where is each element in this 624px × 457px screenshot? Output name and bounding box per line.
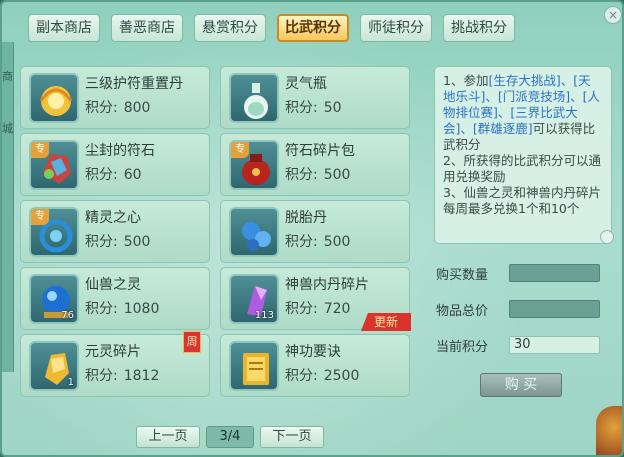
next-page-button[interactable]: 下一页 <box>260 426 324 448</box>
gold-lotus-pill-icon <box>29 73 79 123</box>
points-label: 积分: <box>85 100 118 116</box>
spirit-bottle-icon <box>229 73 279 123</box>
points-value: 1080 <box>123 301 160 317</box>
item-points: 积分: 1080 <box>85 298 159 318</box>
total-price-label: 物品总价 <box>436 304 489 319</box>
item-name: 神兽内丹碎片 <box>285 277 369 293</box>
corner-ornament-icon <box>596 406 622 455</box>
item-points: 积分: 2500 <box>285 365 359 385</box>
tab-karma-shop[interactable]: 善恶商店 <box>111 14 183 42</box>
tab-challenge-points[interactable]: 挑战积分 <box>443 14 515 42</box>
rebirth-pill-icon <box>229 207 279 257</box>
side-char-2: 城 <box>2 122 13 135</box>
points-value: 50 <box>323 100 342 116</box>
crystal-shard-icon: 113 <box>229 274 279 324</box>
current-points-field: 30 <box>509 336 600 354</box>
shop-window: 商 城 × 副本商店 善恶商店 悬赏积分 比武积分 师徒积分 挑战积分 三级护符… <box>0 0 624 457</box>
tab-bounty-points[interactable]: 悬赏积分 <box>194 14 266 42</box>
points-label: 积分: <box>285 100 318 116</box>
new-tag: 更新 <box>361 313 411 331</box>
exclusive-badge: 专 <box>231 142 249 158</box>
item-points: 积分: 500 <box>285 164 350 184</box>
left-side-strip: 商 城 <box>2 42 14 372</box>
item-points: 积分: 60 <box>85 164 142 184</box>
exclusive-badge: 专 <box>31 142 49 158</box>
item-count: 76 <box>61 310 74 321</box>
item-name: 符石碎片包 <box>285 143 355 159</box>
item-count: 1 <box>67 377 74 388</box>
shop-item[interactable]: 三级护符重置丹 积分: 800 <box>20 66 210 129</box>
points-label: 积分: <box>285 167 318 183</box>
exclusive-badge: 专 <box>31 209 49 225</box>
item-points: 积分: 720 <box>285 298 350 318</box>
total-price-field <box>509 300 600 318</box>
points-label: 积分: <box>285 368 318 384</box>
rune-fragment-bag-icon: 专 <box>229 140 279 190</box>
item-name: 神功要诀 <box>285 344 341 360</box>
shop-item[interactable]: 专 符石碎片包 积分: 500 <box>220 133 410 196</box>
prev-page-button[interactable]: 上一页 <box>136 426 200 448</box>
tab-mentor-points[interactable]: 师徒积分 <box>360 14 432 42</box>
shop-item[interactable]: 脱胎丹 积分: 500 <box>220 200 410 263</box>
pagination: 上一页 3/4 下一页 <box>136 426 324 448</box>
points-value: 500 <box>323 167 351 183</box>
yuanling-fragment-icon: 1 <box>29 341 79 391</box>
points-value: 720 <box>323 301 351 317</box>
rule-1-prefix: 1、参加 <box>443 73 489 88</box>
item-name: 三级护符重置丹 <box>85 76 183 92</box>
item-points: 积分: 800 <box>85 97 150 117</box>
buy-button[interactable]: 购 买 <box>480 373 562 397</box>
shop-item[interactable]: 1 元灵碎片 积分: 1812 周 <box>20 331 210 397</box>
current-points-label: 当前积分 <box>436 340 489 355</box>
weekly-tag: 周 <box>183 331 201 353</box>
points-value: 60 <box>123 167 142 183</box>
shop-item[interactable]: 76 仙兽之灵 积分: 1080 <box>20 267 210 330</box>
points-label: 积分: <box>85 234 118 250</box>
points-value: 500 <box>123 234 151 250</box>
item-points: 积分: 500 <box>285 231 350 251</box>
points-value: 800 <box>123 100 151 116</box>
rule-2: 2、所获得的比武积分可以通用兑换奖励 <box>443 153 601 184</box>
golden-manual-icon <box>229 341 279 391</box>
shop-item[interactable]: 专 精灵之心 积分: 500 <box>20 200 210 263</box>
item-name: 脱胎丹 <box>285 210 327 226</box>
points-value: 500 <box>323 234 351 250</box>
item-name: 精灵之心 <box>85 210 141 226</box>
points-label: 积分: <box>285 301 318 317</box>
item-name: 仙兽之灵 <box>85 277 141 293</box>
rules-panel: 1、参加[生存大挑战]、[天地乐斗]、[门派竞技场]、[人物排位赛]、[三界比武… <box>434 66 612 244</box>
item-grid: 三级护符重置丹 积分: 800 灵气瓶 积分: 50 专 尘封的符石 积分: 60 专… <box>20 66 425 397</box>
quantity-label: 购买数量 <box>436 268 489 283</box>
rule-1: 1、参加[生存大挑战]、[天地乐斗]、[门派竞技场]、[人物排位赛]、[三界比武… <box>443 73 603 153</box>
item-name: 元灵碎片 <box>85 344 141 360</box>
page-indicator: 3/4 <box>206 426 254 448</box>
item-count: 113 <box>254 310 274 321</box>
elf-heart-icon: 专 <box>29 207 79 257</box>
quantity-input[interactable] <box>509 264 600 282</box>
side-char-1: 商 <box>2 70 13 83</box>
panel-scroll-knob[interactable] <box>600 230 614 244</box>
points-label: 积分: <box>85 301 118 317</box>
shop-item[interactable]: 专 尘封的符石 积分: 60 <box>20 133 210 196</box>
shop-item[interactable]: 灵气瓶 积分: 50 <box>220 66 410 129</box>
beast-spirit-orb-icon: 76 <box>29 274 79 324</box>
sealed-rune-stone-icon: 专 <box>29 140 79 190</box>
shop-item[interactable]: 113 神兽内丹碎片 积分: 720 更新 <box>220 267 411 331</box>
points-label: 积分: <box>85 167 118 183</box>
shop-item[interactable]: 神功要诀 积分: 2500 <box>220 334 410 397</box>
item-name: 尘封的符石 <box>85 143 155 159</box>
tab-arena-points[interactable]: 比武积分 <box>277 14 349 42</box>
item-points: 积分: 50 <box>285 97 342 117</box>
tab-bar: 副本商店 善恶商店 悬赏积分 比武积分 师徒积分 挑战积分 <box>28 14 526 42</box>
item-name: 灵气瓶 <box>285 76 327 92</box>
rule-3: 3、仙兽之灵和神兽内丹碎片每周最多兑换1个和10个 <box>443 185 601 216</box>
points-label: 积分: <box>285 234 318 250</box>
points-value: 1812 <box>123 368 160 384</box>
tab-dungeon-shop[interactable]: 副本商店 <box>28 14 100 42</box>
points-label: 积分: <box>85 368 118 384</box>
close-button[interactable]: × <box>604 6 622 24</box>
item-points: 积分: 500 <box>85 231 150 251</box>
item-points: 积分: 1812 <box>85 365 159 385</box>
points-value: 2500 <box>323 368 360 384</box>
